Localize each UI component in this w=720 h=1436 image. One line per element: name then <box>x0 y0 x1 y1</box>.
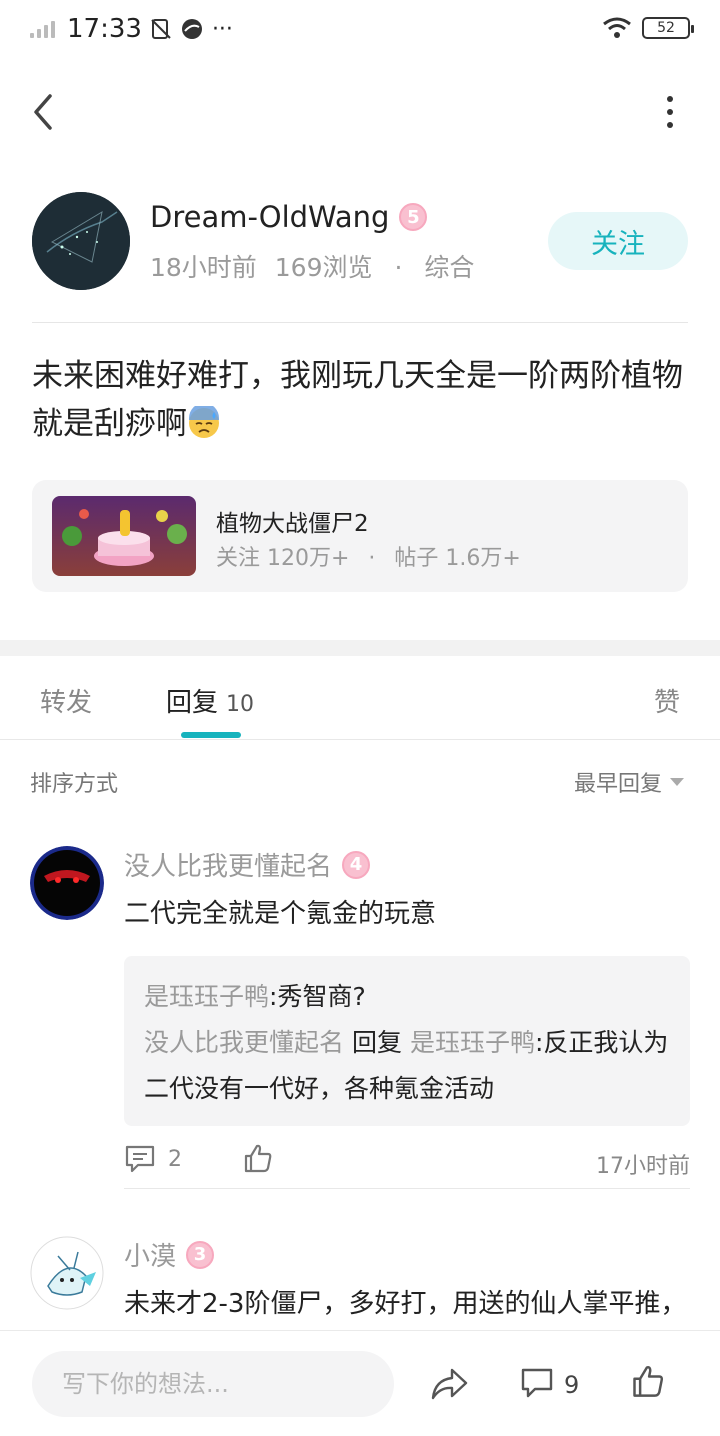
tab-forward[interactable]: 转发 <box>40 682 92 719</box>
post-views: 169浏览 <box>274 253 373 282</box>
caret-down-icon <box>670 778 684 786</box>
dot-icon <box>667 109 673 115</box>
divider <box>32 322 688 323</box>
tab-reply-count: 10 <box>226 692 255 717</box>
wifi-icon <box>603 17 631 38</box>
post-meta: 18小时前 169浏览 · 综合 <box>150 248 474 284</box>
sort-dropdown[interactable]: 最早回复 <box>574 766 684 798</box>
avatar-image <box>30 1236 104 1310</box>
sort-value: 最早回复 <box>573 772 662 797</box>
commenter-name[interactable]: 没人比我更懂起名 <box>124 846 332 883</box>
avatar-image <box>30 846 104 920</box>
reply-preview-box[interactable]: 是珏珏子鸭:秀智商? 没人比我更懂起名 回复 是珏珏子鸭:反正我认为二代没有一代… <box>124 956 690 1126</box>
commenter-name[interactable]: 小漠 <box>124 1236 176 1273</box>
app-notification-icon <box>181 19 202 39</box>
commenter-name-row[interactable]: 没人比我更懂起名 4 <box>124 846 371 883</box>
thumbs-up-icon <box>633 1366 664 1397</box>
more-notifications: ··· <box>211 16 233 42</box>
status-bar: 17:33 ··· 52 <box>0 0 720 60</box>
tab-like[interactable]: 赞 <box>654 682 680 719</box>
like-button[interactable] <box>630 1363 666 1403</box>
game-thumbnail <box>52 496 196 576</box>
comment-time: 17小时前 <box>596 1154 690 1179</box>
author-name[interactable]: Dream-OldWang <box>150 200 389 234</box>
chevron-left-icon <box>34 94 52 130</box>
sort-row: 排序方式 最早回复 <box>0 762 720 802</box>
commenter-avatar[interactable] <box>30 846 104 920</box>
battery-icon: 52 <box>642 17 694 39</box>
thumbs-up-icon <box>244 1144 272 1173</box>
game-card[interactable]: 植物大战僵尸2 关注 120万+ · 帖子 1.6万+ <box>32 480 688 592</box>
level-badge-icon: 4 <box>342 850 371 879</box>
game-title: 植物大战僵尸2 <box>216 511 369 537</box>
back-button[interactable] <box>28 90 68 134</box>
sweat-face-emoji-icon <box>189 406 219 438</box>
post-time: 18小时前 <box>150 253 257 282</box>
reply-word: 回复 <box>351 1028 402 1057</box>
comment-divider <box>124 1188 690 1189</box>
author-name-row[interactable]: Dream-OldWang 5 <box>150 200 428 234</box>
clock: 17:33 <box>67 14 142 44</box>
comments-button[interactable] <box>520 1367 554 1403</box>
comments-count: 9 <box>564 1371 580 1399</box>
comment-input[interactable]: 写下你的想法... <box>32 1351 394 1417</box>
game-meta: 关注 120万+ · 帖子 1.6万+ <box>216 540 521 572</box>
reply-item: 没人比我更懂起名 回复 是珏珏子鸭:反正我认为二代没有一代好，各种氪金活动 <box>144 1020 670 1112</box>
more-menu-button[interactable] <box>660 96 680 128</box>
no-sim-icon <box>151 19 171 39</box>
signal-icon <box>30 20 55 38</box>
status-right: 52 <box>602 16 694 40</box>
commenter-name-row[interactable]: 小漠 3 <box>124 1236 215 1273</box>
share-button[interactable] <box>430 1367 468 1405</box>
reply-target[interactable]: 是珏珏子鸭 <box>410 1028 535 1057</box>
comment-item: 没人比我更懂起名 4 二代完全就是个氪金的玩意 是珏珏子鸭:秀智商? 没人比我更… <box>30 846 690 1206</box>
reply-item: 是珏珏子鸭:秀智商? <box>144 974 670 1020</box>
reply-user[interactable]: 没人比我更懂起名 <box>144 1028 344 1057</box>
post-content: 未来困难好难打，我刚玩几天全是一阶两阶植物就是刮痧啊 <box>32 352 688 448</box>
reply-user[interactable]: 是珏珏子鸭 <box>144 982 269 1011</box>
bottom-action-bar: 写下你的想法... 9 <box>0 1330 720 1436</box>
post-category[interactable]: 综合 <box>424 253 474 282</box>
comment-text: 二代完全就是个氪金的玩意 <box>124 899 437 929</box>
tab-active-indicator <box>181 732 241 738</box>
post-text: 未来困难好难打，我刚玩几天全是一阶两阶植物就是刮痧啊 <box>32 358 683 442</box>
game-posts: 帖子 1.6万+ <box>394 546 521 571</box>
post-author: Dream-OldWang 5 18小时前 169浏览 · 综合 关注 <box>32 192 688 292</box>
game-image <box>52 496 196 576</box>
tab-reply[interactable]: 回复 10 <box>166 682 254 719</box>
comment-icon <box>125 1145 155 1173</box>
author-avatar[interactable] <box>32 192 130 290</box>
dot-icon <box>667 122 673 128</box>
dot-icon <box>667 96 673 102</box>
comment-reply-count: 2 <box>168 1146 182 1172</box>
tab-bar: 转发 回复 10 赞 <box>0 656 720 740</box>
meta-separator: · <box>394 253 403 282</box>
status-left: 17:33 ··· <box>30 14 233 44</box>
game-followers: 关注 120万+ <box>216 546 350 571</box>
game-meta-separator: · <box>368 546 376 571</box>
comment-actions: 2 17小时前 <box>124 1144 690 1180</box>
commenter-avatar[interactable] <box>30 1236 104 1310</box>
avatar-image <box>32 192 130 290</box>
level-badge-icon: 3 <box>186 1240 215 1269</box>
section-separator <box>0 640 720 656</box>
reply-text: 秀智商? <box>277 982 366 1011</box>
comment-reply-button[interactable]: 2 <box>124 1144 182 1174</box>
level-badge-icon: 5 <box>399 203 428 231</box>
share-icon <box>431 1368 468 1400</box>
sort-label: 排序方式 <box>30 772 119 797</box>
tab-reply-label: 回复 <box>166 688 219 718</box>
comment-icon <box>521 1368 553 1398</box>
follow-button[interactable]: 关注 <box>548 212 688 270</box>
comment-like-button[interactable] <box>242 1142 274 1180</box>
